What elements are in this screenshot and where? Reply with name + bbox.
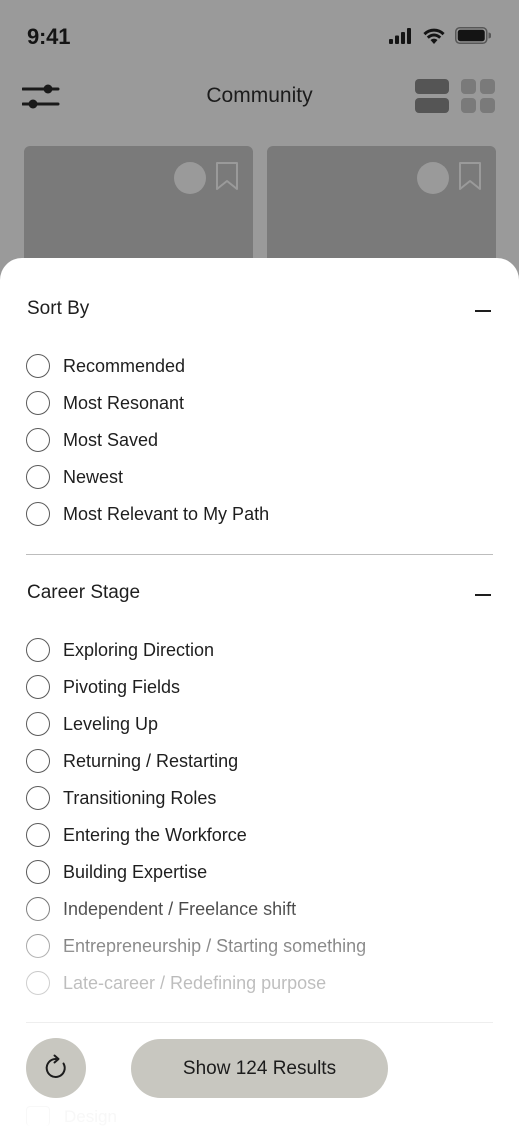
bookmark-icon[interactable] <box>458 161 482 191</box>
bookmark-icon[interactable] <box>215 161 239 191</box>
show-results-button[interactable]: Show 124 Results <box>131 1039 388 1098</box>
avatar <box>417 162 449 194</box>
career-option[interactable]: Leveling Up <box>26 711 158 737</box>
option-label: Leveling Up <box>63 713 159 734</box>
collapse-icon[interactable] <box>475 594 491 596</box>
collapse-icon[interactable] <box>475 310 491 312</box>
radio-button[interactable] <box>26 675 50 699</box>
grid-view-icon[interactable] <box>461 79 495 113</box>
option-label: Recommended <box>63 355 186 376</box>
career-stage-header[interactable]: Career Stage <box>27 582 491 612</box>
radio-button[interactable] <box>26 823 50 847</box>
option-label: Design <box>64 1107 117 1126</box>
career-option[interactable]: Exploring Direction <box>26 637 214 663</box>
career-option[interactable]: Returning / Restarting <box>26 748 238 774</box>
option-label: Exploring Direction <box>63 639 215 660</box>
avatar <box>174 162 206 194</box>
option-label: Transitioning Roles <box>63 787 217 808</box>
radio-button[interactable] <box>26 934 50 958</box>
career-option[interactable]: Late-career / Redefining purpose <box>26 970 326 996</box>
header: Community <box>0 70 519 130</box>
radio-button[interactable] <box>26 428 50 452</box>
radio-button[interactable] <box>26 897 50 921</box>
reset-button[interactable] <box>26 1038 86 1098</box>
option-label: Building Expertise <box>63 861 208 882</box>
option-label: Pivoting Fields <box>63 676 181 697</box>
career-option[interactable]: Building Expertise <box>26 859 207 885</box>
radio-button[interactable] <box>26 391 50 415</box>
cellular-signal-icon <box>389 27 411 44</box>
radio-button[interactable] <box>26 712 50 736</box>
career-option[interactable]: Independent / Freelance shift <box>26 896 296 922</box>
section-divider <box>26 554 493 555</box>
career-option[interactable]: Transitioning Roles <box>26 785 216 811</box>
option-label: Most Relevant to My Path <box>63 503 270 524</box>
radio-button[interactable] <box>26 860 50 884</box>
status-icons <box>389 27 491 44</box>
career-option[interactable]: Pivoting Fields <box>26 674 180 700</box>
option-label: Newest <box>63 466 124 487</box>
option-label: Entrepreneurship / Starting something <box>63 935 367 956</box>
option-label: Most Resonant <box>63 392 185 413</box>
option-label: Returning / Restarting <box>63 750 239 771</box>
battery-icon <box>455 27 491 44</box>
list-view-icon[interactable] <box>415 79 449 113</box>
career-option[interactable]: Entrepreneurship / Starting something <box>26 933 366 959</box>
wifi-icon <box>423 28 445 44</box>
sort-option[interactable]: Most Relevant to My Path <box>26 501 269 527</box>
status-time: 9:41 <box>27 24 71 49</box>
sort-option[interactable]: Most Saved <box>26 427 158 453</box>
sort-by-header[interactable]: Sort By <box>27 298 491 328</box>
view-toggle <box>415 79 495 113</box>
option-label: Independent / Freelance shift <box>63 898 297 919</box>
filter-sheet: Sort By Recommended Most Resonant Most S… <box>0 258 519 1126</box>
section-divider <box>26 1022 493 1023</box>
radio-button[interactable] <box>26 971 50 995</box>
radio-button[interactable] <box>26 749 50 773</box>
checkbox[interactable] <box>26 1106 50 1126</box>
radio-button[interactable] <box>26 465 50 489</box>
sort-option[interactable]: Recommended <box>26 353 185 379</box>
section-title: Career Stage <box>27 582 141 603</box>
radio-button[interactable] <box>26 502 50 526</box>
career-option[interactable]: Entering the Workforce <box>26 822 247 848</box>
radio-button[interactable] <box>26 354 50 378</box>
option-label: Entering the Workforce <box>63 824 247 845</box>
status-bar: 9:41 <box>0 0 519 70</box>
option-label: Most Saved <box>63 429 159 450</box>
radio-button[interactable] <box>26 638 50 662</box>
section-title: Sort By <box>27 298 90 319</box>
sort-option[interactable]: Most Resonant <box>26 390 184 416</box>
option-label: Late-career / Redefining purpose <box>63 972 327 993</box>
refresh-icon <box>45 1054 66 1078</box>
radio-button[interactable] <box>26 786 50 810</box>
sort-option[interactable]: Newest <box>26 464 123 490</box>
